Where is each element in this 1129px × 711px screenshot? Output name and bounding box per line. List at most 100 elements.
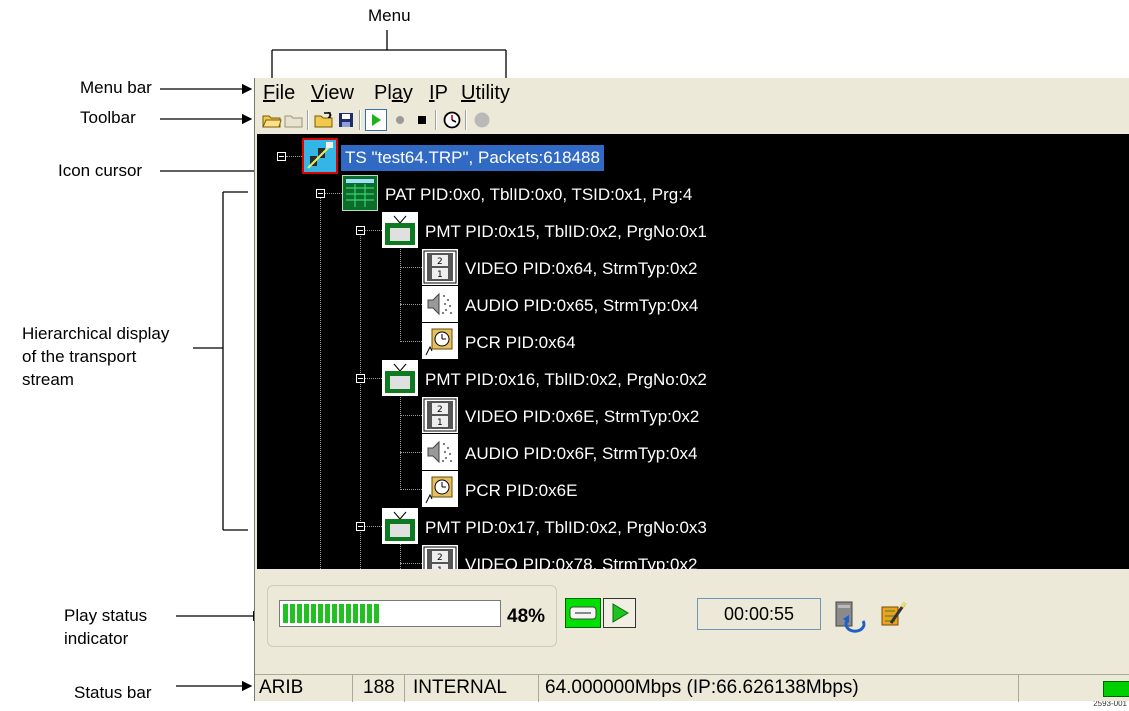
- tree-node-pat[interactable]: PAT PID:0x0, TblID:0x0, TSID:0x1, Prg:4: [381, 182, 696, 208]
- pmt-tv-icon[interactable]: [382, 212, 418, 248]
- pat-table-icon[interactable]: [342, 175, 378, 211]
- collapse-toggle[interactable]: [356, 374, 365, 383]
- progress-segment: [311, 604, 316, 623]
- tree-connector: [400, 341, 422, 342]
- svg-text:1: 1: [437, 270, 443, 280]
- tree-connector: [400, 563, 422, 564]
- status-clock-source: INTERNAL: [405, 675, 539, 702]
- toolbar-callout: Toolbar: [80, 108, 136, 127]
- menu-bar: File View Play IP Utility: [255, 78, 1129, 106]
- progress-segment: [332, 604, 337, 623]
- tree-connector: [400, 415, 422, 416]
- pmt-tv-icon[interactable]: [382, 508, 418, 544]
- progress-segment: [339, 604, 344, 623]
- circle-icon[interactable]: [471, 109, 493, 131]
- progress-segment: [360, 604, 365, 623]
- progress-segment: [304, 604, 309, 623]
- clock-icon[interactable]: [441, 109, 463, 131]
- video-film-icon[interactable]: 21: [422, 545, 458, 569]
- progress-segment: [297, 604, 302, 623]
- tree-node-audio[interactable]: AUDIO PID:0x65, StrmTyp:0x4: [461, 293, 702, 319]
- tree-connector: [364, 526, 382, 527]
- tree-node-ts[interactable]: TS "test64.TRP", Packets:618488: [341, 145, 604, 171]
- menu-ip[interactable]: IP: [429, 81, 448, 105]
- save-icon[interactable]: [335, 109, 357, 131]
- edit-settings-icon[interactable]: [879, 599, 909, 634]
- toolbar-separator: [307, 110, 309, 130]
- play-progress-bar: [279, 600, 501, 627]
- video-film-icon[interactable]: 21: [422, 397, 458, 433]
- folder-icon[interactable]: [283, 109, 305, 131]
- collapse-toggle[interactable]: [356, 226, 365, 235]
- icon-cursor-callout: Icon cursor: [58, 161, 143, 180]
- video-film-icon[interactable]: 21: [422, 249, 458, 285]
- progress-percent: 48%: [507, 606, 546, 627]
- menu-bar-callout: Menu bar: [80, 78, 152, 97]
- menu-utility[interactable]: Utility: [461, 81, 510, 105]
- toolbar: [255, 106, 1129, 134]
- elapsed-time: 00:00:55: [697, 598, 821, 630]
- menu-play[interactable]: Play: [374, 81, 413, 105]
- svg-text:2: 2: [437, 257, 443, 267]
- progress-segment: [283, 604, 288, 623]
- menu-file[interactable]: File: [263, 81, 295, 105]
- tree-connector: [400, 452, 422, 453]
- stream-output-button[interactable]: [565, 598, 601, 628]
- svg-text:1: 1: [437, 418, 443, 428]
- pmt-tv-icon[interactable]: [382, 360, 418, 396]
- tree-node-pmt-1[interactable]: PMT PID:0x15, TblID:0x2, PrgNo:0x1: [421, 219, 711, 245]
- tree-connector: [400, 304, 422, 305]
- status-bar-callout: Status bar: [74, 683, 152, 702]
- record-icon[interactable]: [389, 109, 411, 131]
- progress-segment: [325, 604, 330, 623]
- tree-connector: [400, 489, 422, 490]
- toolbar-separator: [359, 110, 361, 130]
- transport-stream-icon[interactable]: [302, 138, 338, 174]
- play-status-callout: Play status indicator: [64, 606, 148, 648]
- progress-segment: [346, 604, 351, 623]
- play-button[interactable]: [603, 598, 636, 628]
- tree-node-video[interactable]: VIDEO PID:0x64, StrmTyp:0x2: [461, 256, 701, 282]
- progress-segment: [367, 604, 372, 623]
- svg-text:2: 2: [437, 553, 443, 563]
- pcr-clock-icon[interactable]: [422, 323, 458, 359]
- status-indicator-icon: [1103, 681, 1129, 697]
- progress-segment: [290, 604, 295, 623]
- tree-node-audio[interactable]: AUDIO PID:0x6F, StrmTyp:0x4: [461, 441, 701, 467]
- collapse-toggle[interactable]: [356, 522, 365, 531]
- pcr-clock-icon[interactable]: [422, 471, 458, 507]
- status-bit-rate: 64.000000Mbps (IP:66.626138Mbps): [539, 675, 1019, 702]
- collapse-toggle[interactable]: [277, 152, 286, 161]
- play-icon[interactable]: [365, 109, 387, 131]
- tree-connector: [286, 156, 302, 157]
- hierarchical-display-callout: Hierarchical display of the transport st…: [22, 324, 170, 389]
- progress-segment: [353, 604, 358, 623]
- toolbar-separator: [465, 110, 467, 130]
- progress-segment: [318, 604, 323, 623]
- tree-node-video[interactable]: VIDEO PID:0x6E, StrmTyp:0x2: [461, 404, 703, 430]
- svg-text:2: 2: [437, 405, 443, 415]
- status-packet-size: 188: [353, 675, 405, 702]
- network-refresh-icon[interactable]: [833, 599, 867, 638]
- tree-connector: [364, 230, 382, 231]
- tree-node-pcr[interactable]: PCR PID:0x6E: [461, 478, 581, 504]
- tree-connector: [320, 194, 321, 569]
- audio-speaker-icon[interactable]: [422, 286, 458, 322]
- tree-node-video[interactable]: VIDEO PID:0x78, StrmTyp:0x2: [461, 552, 701, 569]
- audio-speaker-icon[interactable]: [422, 434, 458, 470]
- collapse-toggle[interactable]: [316, 189, 325, 198]
- application-window: File View Play IP Utility TS "test64.TRP…: [254, 78, 1129, 702]
- open-file-icon[interactable]: [313, 109, 335, 131]
- tree-node-pcr[interactable]: PCR PID:0x64: [461, 330, 580, 356]
- tree-connector: [324, 193, 342, 194]
- tree-node-pmt-2[interactable]: PMT PID:0x16, TblID:0x2, PrgNo:0x2: [421, 367, 711, 393]
- progress-segment: [374, 604, 379, 623]
- open-folder-icon[interactable]: [261, 109, 283, 131]
- stop-icon[interactable]: [411, 109, 433, 131]
- tree-connector: [360, 230, 361, 569]
- menu-view[interactable]: View: [311, 81, 354, 105]
- transport-stream-tree: TS "test64.TRP", Packets:618488 PAT PID:…: [257, 134, 1129, 569]
- menu-callout: Menu: [368, 6, 411, 25]
- tree-node-pmt-3[interactable]: PMT PID:0x17, TblID:0x2, PrgNo:0x3: [421, 515, 711, 541]
- status-standard: ARIB: [255, 675, 353, 702]
